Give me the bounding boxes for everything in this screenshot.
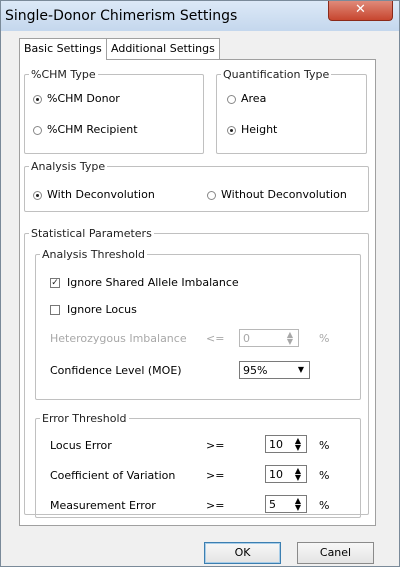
spin-arrows-icon[interactable]: ▲ ▼	[291, 467, 305, 482]
analysis-type-group: Analysis Type With Deconvolution Without…	[24, 160, 369, 212]
measurement-error-unit: %	[319, 499, 330, 512]
heterozygous-value: 0	[243, 332, 250, 345]
chm-type-legend: %CHM Type	[31, 68, 96, 81]
spin-arrows-icon[interactable]: ▲ ▼	[291, 497, 305, 512]
coefficient-of-variation-label: Coefficient of Variation	[50, 469, 176, 482]
ignore-shared-allele-checkbox[interactable]: ✓	[50, 278, 60, 288]
without-deconvolution-radio[interactable]	[207, 191, 216, 200]
heterozygous-unit: %	[319, 332, 330, 345]
coefficient-of-variation-value: 10	[269, 468, 283, 481]
window-title: Single-Donor Chimerism Settings	[5, 8, 238, 24]
coefficient-of-variation-unit: %	[319, 469, 330, 482]
statistical-parameters-group: Statistical Parameters Analysis Threshol…	[24, 227, 369, 518]
tab-basic-settings[interactable]: Basic Settings	[19, 38, 107, 60]
with-deconvolution-radio[interactable]	[33, 191, 42, 200]
locus-error-unit: %	[319, 439, 330, 452]
statistical-parameters-legend: Statistical Parameters	[31, 227, 152, 240]
locus-error-operator: >=	[206, 439, 225, 452]
chm-donor-radio[interactable]	[33, 95, 42, 104]
spin-arrows-icon[interactable]: ▲ ▼	[291, 437, 305, 452]
height-label[interactable]: Height	[241, 123, 277, 136]
locus-error-value: 10	[269, 438, 283, 451]
spin-arrows-icon[interactable]: ▲ ▼	[283, 331, 297, 346]
locus-error-label: Locus Error	[50, 439, 112, 452]
confidence-level-dropdown[interactable]: 95% ▼	[239, 361, 310, 379]
basic-settings-panel: %CHM Type %CHM Donor %CHM Recipient Quan…	[19, 59, 376, 526]
area-radio[interactable]	[227, 95, 236, 104]
analysis-threshold-group: Analysis Threshold ✓ Ignore Shared Allel…	[35, 248, 361, 400]
heterozygous-imbalance-spinner[interactable]: 0 ▲ ▼	[239, 329, 299, 347]
locus-error-spinner[interactable]: 10 ▲ ▼	[265, 435, 307, 453]
measurement-error-operator: >=	[206, 499, 225, 512]
chevron-down-icon[interactable]: ▼	[294, 363, 308, 377]
coefficient-of-variation-spinner[interactable]: 10 ▲ ▼	[265, 465, 307, 483]
close-icon: ✕	[355, 2, 366, 17]
error-threshold-group: Error Threshold Locus Error >= 10 ▲ ▼ % C…	[35, 412, 361, 518]
close-button[interactable]: ✕	[328, 1, 393, 21]
analysis-type-legend: Analysis Type	[31, 160, 106, 173]
analysis-threshold-legend: Analysis Threshold	[42, 248, 146, 261]
with-deconvolution-label[interactable]: With Deconvolution	[47, 188, 155, 201]
ok-button[interactable]: OK	[204, 542, 281, 564]
without-deconvolution-label[interactable]: Without Deconvolution	[221, 188, 347, 201]
quantification-type-group: Quantification Type Area Height	[216, 68, 367, 154]
heterozygous-imbalance-label: Heterozygous Imbalance	[50, 332, 187, 345]
confidence-level-value: 95%	[243, 364, 268, 377]
area-label[interactable]: Area	[241, 92, 266, 105]
ignore-locus-label[interactable]: Ignore Locus	[67, 303, 137, 316]
coefficient-of-variation-operator: >=	[206, 469, 225, 482]
tab-additional-settings[interactable]: Additional Settings	[106, 38, 220, 59]
measurement-error-label: Measurement Error	[50, 499, 156, 512]
chm-type-group: %CHM Type %CHM Donor %CHM Recipient	[24, 68, 204, 154]
height-radio[interactable]	[227, 126, 236, 135]
cancel-button[interactable]: Canel	[297, 542, 374, 564]
error-threshold-legend: Error Threshold	[42, 412, 127, 425]
measurement-error-spinner[interactable]: 5 ▲ ▼	[265, 495, 307, 513]
heterozygous-operator: <=	[206, 332, 225, 345]
chm-donor-label[interactable]: %CHM Donor	[47, 92, 120, 105]
checkmark-icon: ✓	[51, 278, 59, 288]
chm-recipient-label[interactable]: %CHM Recipient	[47, 123, 138, 136]
confidence-level-label: Confidence Level (MOE)	[50, 364, 182, 377]
settings-dialog: Single-Donor Chimerism Settings ✕ Basic …	[0, 0, 400, 567]
measurement-error-value: 5	[269, 498, 276, 511]
ignore-shared-allele-label[interactable]: Ignore Shared Allele Imbalance	[67, 276, 239, 289]
chm-recipient-radio[interactable]	[33, 126, 42, 135]
quantification-type-legend: Quantification Type	[223, 68, 330, 81]
title-bar[interactable]: Single-Donor Chimerism Settings ✕	[1, 1, 399, 31]
ignore-locus-checkbox[interactable]	[50, 305, 60, 315]
